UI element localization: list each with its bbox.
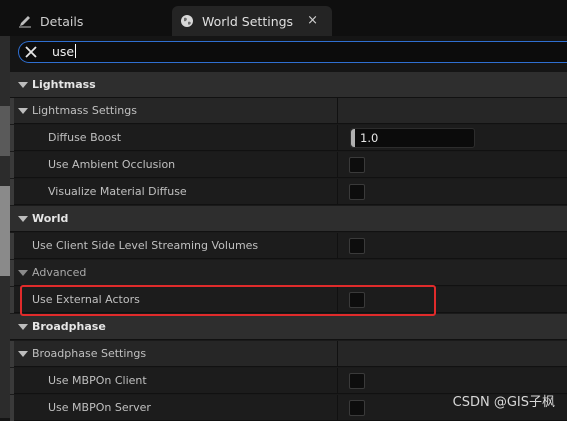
tab-world-settings[interactable]: World Settings × xyxy=(172,6,332,36)
property-label: Use Client Side Level Streaming Volumes xyxy=(32,233,258,259)
subcategory-label: Broadphase Settings xyxy=(32,341,146,367)
subcategory-broadphase-settings[interactable]: Broadphase Settings xyxy=(10,341,567,367)
close-icon[interactable]: × xyxy=(307,13,318,28)
property-label: Use MBPOn Server xyxy=(48,395,151,421)
watermark: CSDN @GIS子枫 xyxy=(453,391,555,410)
property-label: Visualize Material Diffuse xyxy=(48,179,187,205)
property-label: Use MBPOn Client xyxy=(48,368,147,394)
diffuse-boost-value: 1.0 xyxy=(360,131,378,145)
use-client-side-checkbox[interactable] xyxy=(349,238,365,254)
category-label: World xyxy=(32,206,68,232)
subcategory-lightmass-settings[interactable]: Lightmass Settings xyxy=(10,98,567,124)
expand-arrow-icon[interactable] xyxy=(18,216,28,222)
expand-arrow-icon[interactable] xyxy=(18,324,28,330)
text-caret xyxy=(75,44,76,58)
property-label: Use Ambient Occlusion xyxy=(48,152,175,178)
use-ambient-occlusion-checkbox[interactable] xyxy=(349,157,365,173)
property-label: Diffuse Boost xyxy=(48,125,121,151)
category-label: Broadphase xyxy=(32,314,106,340)
category-lightmass[interactable]: Lightmass xyxy=(10,72,567,98)
subcategory-label: Advanced xyxy=(32,260,86,286)
subcategory-advanced[interactable]: Advanced xyxy=(10,260,567,286)
expand-arrow-icon[interactable] xyxy=(18,82,28,88)
tab-details[interactable]: Details xyxy=(10,6,170,36)
clear-search-icon[interactable] xyxy=(24,45,38,59)
tab-world-settings-label: World Settings xyxy=(202,14,293,29)
property-visualize-material-diffuse: Visualize Material Diffuse xyxy=(10,179,567,205)
use-mbp-on-client-checkbox[interactable] xyxy=(349,373,365,389)
viewport-background xyxy=(0,36,10,418)
search-value: use xyxy=(52,44,74,59)
details-property-grid: Lightmass Lightmass Settings Diffuse Boo… xyxy=(10,72,567,418)
expand-arrow-icon[interactable] xyxy=(18,270,28,276)
property-use-client-side-level-streaming-volumes: Use Client Side Level Streaming Volumes xyxy=(10,233,567,259)
search-input[interactable]: use xyxy=(18,41,567,63)
property-use-ambient-occlusion: Use Ambient Occlusion xyxy=(10,152,567,178)
category-broadphase[interactable]: Broadphase xyxy=(10,314,567,340)
category-label: Lightmass xyxy=(32,72,96,98)
visualize-material-diffuse-checkbox[interactable] xyxy=(349,184,365,200)
tab-details-label: Details xyxy=(40,14,83,29)
expand-arrow-icon[interactable] xyxy=(18,108,28,114)
expand-arrow-icon[interactable] xyxy=(18,351,28,357)
category-world[interactable]: World xyxy=(10,206,567,232)
subcategory-label: Lightmass Settings xyxy=(32,98,137,124)
tab-bar: Details World Settings × xyxy=(0,0,567,36)
red-highlight-box xyxy=(20,285,436,316)
diffuse-boost-field[interactable]: 1.0 xyxy=(350,128,475,148)
globe-icon xyxy=(180,14,194,28)
use-mbp-on-server-checkbox[interactable] xyxy=(349,400,365,416)
property-diffuse-boost: Diffuse Boost 1.0 xyxy=(10,125,567,151)
pencil-icon xyxy=(18,14,32,28)
